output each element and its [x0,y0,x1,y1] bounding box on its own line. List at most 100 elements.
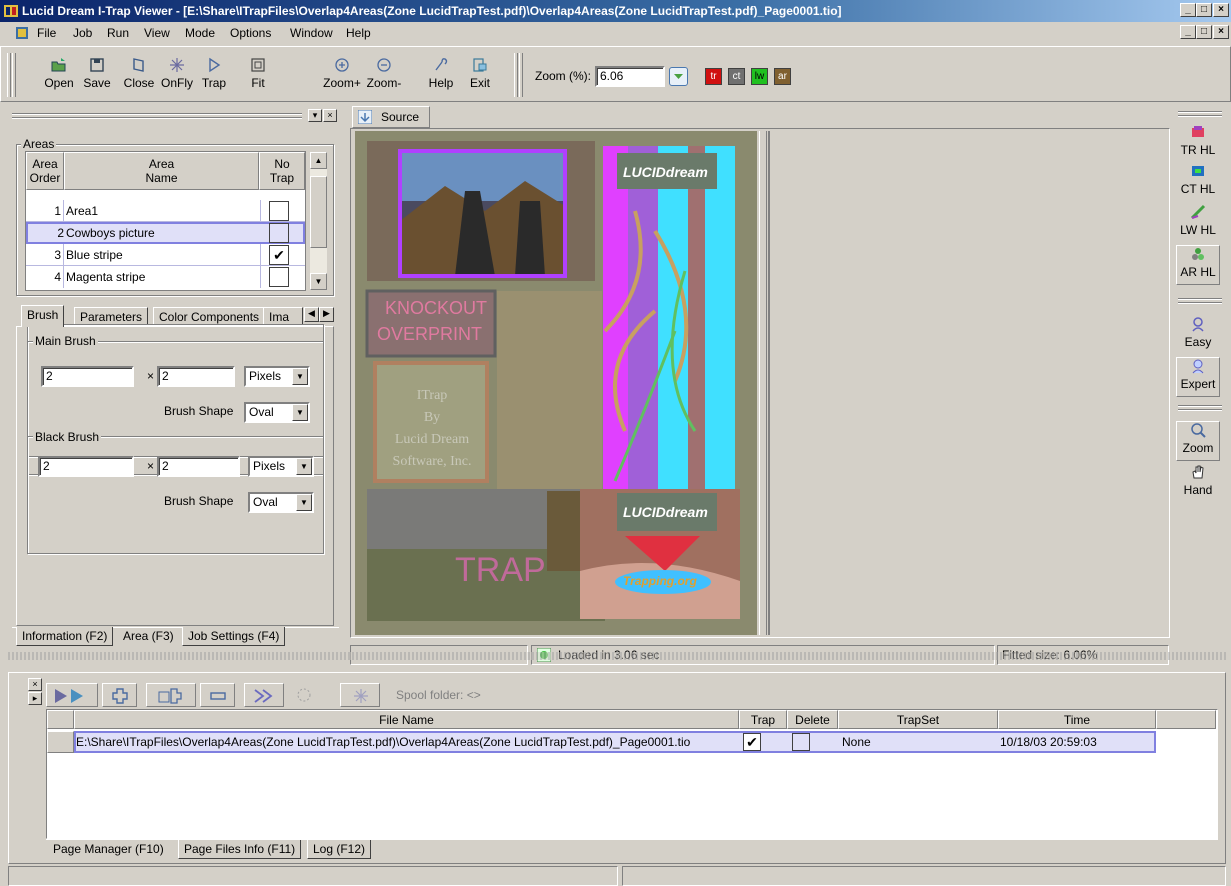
tab-scroll-right[interactable]: ▶ [319,307,334,322]
header-area-name[interactable]: Area Name [64,152,259,190]
menu-run[interactable]: Run [107,26,129,40]
easy-button[interactable]: Easy [1176,316,1220,349]
header-file-name[interactable]: File Name [74,710,739,729]
tab-area[interactable]: Area (F3) [118,627,179,646]
zoom-dropdown-button[interactable] [669,67,688,86]
minimize-button[interactable]: _ [1180,3,1196,17]
main-brush-unit-select[interactable]: Pixels ▼ [244,366,310,387]
zoom-in-button[interactable]: Zoom+ [321,53,363,99]
ar-color-button[interactable]: ar [774,68,791,85]
horizontal-splitter[interactable] [8,652,1226,660]
black-brush-height-input[interactable]: 2 [157,456,240,477]
add-file-button[interactable] [102,683,137,707]
menu-options[interactable]: Options [230,26,271,40]
watch-button[interactable] [288,683,320,707]
title-bar[interactable]: Lucid Dream I-Trap Viewer - [E:\Share\IT… [0,0,1231,22]
header-trap[interactable]: Trap [739,710,787,729]
toolbar-grip[interactable] [7,53,11,97]
menu-view[interactable]: View [144,26,170,40]
close-button[interactable]: × [1213,3,1229,17]
table-row-selected[interactable]: 2 Cowboys picture [26,222,305,244]
zoom-tool-button[interactable]: Zoom [1176,421,1220,461]
tab-job-settings[interactable]: Job Settings (F4) [182,627,286,646]
table-row[interactable]: 3 Blue stripe ✔ [26,244,305,266]
tab-scroll-left[interactable]: ◀ [304,307,319,322]
header-trapset[interactable]: TrapSet [838,710,998,729]
tr-hl-button[interactable]: TR HL [1176,124,1220,157]
lw-color-button[interactable]: lw [751,68,768,85]
black-brush-unit-select[interactable]: Pixels ▼ [248,456,314,477]
main-brush-height-input[interactable]: 2 [157,366,235,387]
no-trap-checkbox[interactable]: ✔ [269,245,289,265]
table-row[interactable]: 1 Area1 [26,200,305,222]
scroll-down-button[interactable]: ▼ [310,273,327,290]
panel-close-button[interactable]: × [323,109,337,122]
row-indicator[interactable] [47,731,74,753]
expert-button[interactable]: Expert [1176,357,1220,397]
lucid-logo-text-2: LUCIDdream [623,504,708,520]
itrap-text: ITrap By Lucid Dream Software, Inc. [392,388,472,469]
no-trap-checkbox[interactable] [269,267,289,287]
mdi-minimize-button[interactable]: _ [1180,25,1196,39]
trap-checkbox[interactable]: ✔ [743,733,761,751]
menu-mode[interactable]: Mode [185,26,215,40]
mdi-close-button[interactable]: × [1213,25,1229,39]
menu-window[interactable]: Window [290,26,333,40]
main-brush-shape-select[interactable]: Oval ▼ [244,402,310,423]
black-brush-width-input[interactable]: 2 [38,456,134,477]
header-area-order[interactable]: Area Order [26,152,64,190]
view-splitter[interactable] [759,131,767,635]
tab-brush[interactable]: Brush [21,305,65,327]
scroll-thumb[interactable] [310,176,327,248]
mdi-maximize-button[interactable]: □ [1196,25,1212,39]
maximize-button[interactable]: □ [1196,3,1212,17]
tr-color-button[interactable]: tr [705,68,722,85]
tab-information[interactable]: Information (F2) [16,627,114,646]
zoom-out-button[interactable]: Zoom- [363,53,405,99]
fit-button[interactable]: Fit [236,53,280,99]
table-row-selected[interactable]: E:\Share\ITrapFiles\Overlap4Areas(Zone L… [74,731,1156,753]
header-time[interactable]: Time [998,710,1156,729]
spool-button[interactable] [340,683,380,707]
tab-log[interactable]: Log (F12) [307,840,372,859]
tab-page-files-info[interactable]: Page Files Info (F11) [178,840,302,859]
menu-help[interactable]: Help [346,26,371,40]
zoom-input[interactable]: 6.06 [595,66,665,87]
help-button[interactable]: Help [419,53,463,99]
areas-scrollbar[interactable]: ▲ ▼ [310,152,327,290]
toolbar-grip-zoom[interactable] [514,53,518,97]
toolbar-grip-zoom-2 [519,53,523,97]
scroll-up-button[interactable]: ▲ [310,152,327,169]
hand-tool-button[interactable]: Hand [1176,464,1220,497]
menu-file[interactable]: File [37,26,56,40]
header-no-trap[interactable]: No Trap [259,152,305,190]
ct-color-button[interactable]: ct [728,68,745,85]
main-brush-width-input[interactable]: 2 [41,366,134,387]
header-delete[interactable]: Delete [787,710,838,729]
save-button[interactable]: Save [75,53,119,99]
tab-source[interactable]: Source [352,106,430,128]
menu-job[interactable]: Job [73,26,92,40]
page-manager-close-button[interactable]: × [28,678,42,691]
delete-checkbox[interactable] [792,733,810,751]
document-icon[interactable] [14,25,30,41]
spool-icon [354,689,368,703]
table-row[interactable]: 4 Magenta stripe [26,266,305,288]
trapped-view[interactable] [768,131,1168,635]
trap-button[interactable]: Trap [192,53,236,99]
black-brush-shape-select[interactable]: Oval ▼ [248,492,314,513]
run-all-button[interactable] [244,683,284,707]
remove-file-button[interactable] [200,683,235,707]
page-manager-expand-button[interactable]: ▸ [28,692,42,705]
ar-hl-button[interactable]: AR HL [1176,245,1220,285]
add-folder-button[interactable] [146,683,196,707]
page-preview[interactable]: LUCIDdream LUCIDdream KNOCKOUT OVERPRINT… [355,131,757,635]
trap-run-button[interactable] [46,683,98,707]
lw-hl-button[interactable]: LW HL [1176,204,1220,237]
tab-page-manager[interactable]: Page Manager (F10) [48,840,169,859]
no-trap-checkbox[interactable] [269,201,289,221]
ct-hl-button[interactable]: CT HL [1176,163,1220,196]
panel-menu-button[interactable]: ▾ [308,109,322,122]
no-trap-checkbox[interactable] [269,223,289,243]
exit-button[interactable]: Exit [458,53,502,99]
